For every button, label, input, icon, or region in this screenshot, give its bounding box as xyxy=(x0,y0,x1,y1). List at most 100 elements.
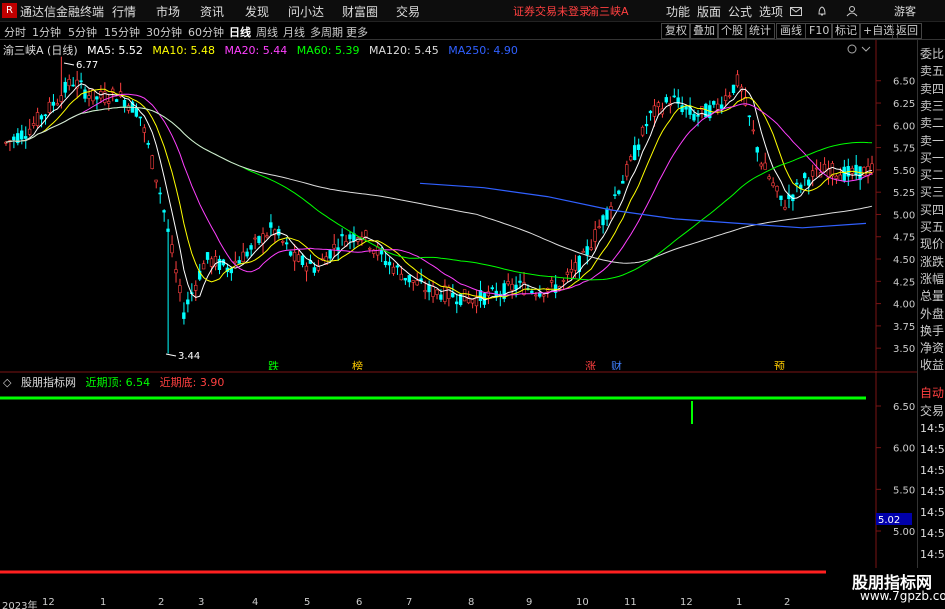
candle-body xyxy=(589,247,593,250)
candle-body xyxy=(399,273,404,281)
candle-body xyxy=(107,101,111,104)
period-1min[interactable]: 1分钟 xyxy=(32,24,61,40)
auto-label[interactable]: 自动 xyxy=(920,385,944,401)
menu-market[interactable]: 市场 xyxy=(156,3,180,20)
candle-body xyxy=(431,286,435,297)
candle-body xyxy=(723,95,728,101)
candle-body xyxy=(842,166,846,181)
candle-body xyxy=(304,265,309,272)
quote-label: 外盘 xyxy=(920,306,945,321)
mark-button[interactable]: 标记 xyxy=(831,23,861,39)
candle-body xyxy=(265,235,269,238)
period-30min[interactable]: 30分钟 xyxy=(146,24,182,40)
candle-body xyxy=(209,258,214,267)
candle-body xyxy=(613,194,617,196)
period-multi[interactable]: 多周期 xyxy=(310,24,343,40)
sub-y-tick-label: 5.50 xyxy=(893,485,915,496)
event-marker-finance[interactable]: 财 xyxy=(611,359,622,370)
quote-label: 卖四 xyxy=(920,81,945,96)
menu-ask[interactable]: 问小达 xyxy=(288,3,324,20)
indicator-chart[interactable]: 5.00 5.50 6.00 6.50 5.02 xyxy=(0,371,917,597)
trade-label[interactable]: 交易 xyxy=(920,403,944,419)
quote-label: 卖一 xyxy=(920,133,945,148)
candle-body xyxy=(336,247,340,251)
kline-chart[interactable]: 3.50 3.75 4.00 4.25 4.50 4.75 5.00 5.25 5.50 5.75… xyxy=(0,40,917,370)
settings-icon[interactable] xyxy=(847,44,857,54)
quote-label: 涨幅 xyxy=(920,271,945,286)
menu-news[interactable]: 资讯 xyxy=(200,3,224,20)
y-tick-label: 5.75 xyxy=(893,144,915,155)
stats-button[interactable]: 统计 xyxy=(745,23,775,39)
event-marker-rank[interactable]: 榜 xyxy=(352,359,363,370)
candle-body xyxy=(601,215,605,226)
adjust-button[interactable]: 复权 xyxy=(661,23,691,39)
user-icon[interactable] xyxy=(846,5,858,17)
broker-notice[interactable]: 证券交易未登录 xyxy=(513,3,590,19)
candle-body xyxy=(150,155,154,169)
f10-button[interactable]: F10 xyxy=(805,23,834,39)
event-marker-forecast[interactable]: 预 xyxy=(774,360,785,370)
candle-body xyxy=(518,280,522,283)
ma20-line xyxy=(5,93,873,296)
mail-icon[interactable] xyxy=(790,5,802,17)
period-weekly[interactable]: 周线 xyxy=(256,24,278,40)
candle-body xyxy=(850,168,854,174)
candle-body xyxy=(292,251,297,262)
draw-button[interactable]: 画线 xyxy=(776,23,806,39)
tick-time: 14:56 xyxy=(920,548,945,561)
overlay-button[interactable]: 叠加 xyxy=(689,23,719,39)
candle-body xyxy=(771,182,775,187)
period-daily[interactable]: 日线 xyxy=(229,24,251,40)
candle-body xyxy=(194,285,198,291)
menu-options[interactable]: 选项 xyxy=(759,3,783,20)
candle-body xyxy=(296,254,301,262)
period-intraday[interactable]: 分时 xyxy=(4,24,26,40)
ma10-label: MA10: 5.48 xyxy=(152,44,216,57)
quote-side-panel: 委比 卖五 卖四 卖三 卖二 卖一 买一 买二 买三 买四 买五 现价 涨跌 涨幅 总量 外盘 换手 净资 收益 自… xyxy=(917,40,945,609)
ma120-label: MA120: 5.45 xyxy=(368,44,439,57)
menu-trade[interactable]: 交易 xyxy=(396,3,420,20)
stock-button[interactable]: 个股 xyxy=(717,23,747,39)
candle-body xyxy=(506,281,510,285)
menu-discover[interactable]: 发现 xyxy=(245,3,269,20)
candle-body xyxy=(755,147,759,153)
menu-wealth[interactable]: 财富圈 xyxy=(342,3,378,20)
period-more[interactable]: 更多 xyxy=(346,24,368,40)
menu-quotes[interactable]: 行情 xyxy=(112,3,136,20)
low-pointer xyxy=(165,353,177,357)
period-15min[interactable]: 15分钟 xyxy=(104,24,140,40)
menu-function[interactable]: 功能 xyxy=(666,3,690,20)
candle-body xyxy=(340,234,344,237)
candle-body xyxy=(178,285,182,294)
back-button[interactable]: 返回 xyxy=(892,23,922,39)
app-logo-icon: R xyxy=(2,3,17,18)
chevron-down-icon[interactable] xyxy=(861,46,871,52)
event-marker-rise[interactable]: 涨 xyxy=(585,360,596,370)
y-tick-label: 5.25 xyxy=(893,188,915,199)
menu-formula[interactable]: 公式 xyxy=(728,3,752,20)
y-tick-label: 6.00 xyxy=(893,121,915,132)
low-price-label: 3.44 xyxy=(178,351,200,362)
period-5min[interactable]: 5分钟 xyxy=(68,24,97,40)
candle-body xyxy=(122,100,127,108)
event-marker-fall[interactable]: 跌 xyxy=(268,359,279,370)
candle-body xyxy=(447,286,451,299)
chart-settings-icons[interactable] xyxy=(847,43,873,55)
candle-body xyxy=(609,206,613,210)
user-name[interactable]: 游客 xyxy=(894,3,916,19)
candle-body xyxy=(138,116,143,119)
candle-body xyxy=(174,269,178,274)
x-tick-label: 2 xyxy=(784,597,791,608)
menu-layout[interactable]: 版面 xyxy=(697,3,721,20)
bell-icon[interactable] xyxy=(816,5,828,17)
tick-time: 14:56 xyxy=(920,464,945,477)
quote-label: 总量 xyxy=(920,289,945,304)
candle-body xyxy=(23,136,28,139)
candle-body xyxy=(368,247,372,250)
candle-body xyxy=(565,271,570,275)
period-60min[interactable]: 60分钟 xyxy=(188,24,224,40)
period-monthly[interactable]: 月线 xyxy=(283,24,305,40)
candle-body xyxy=(747,115,752,118)
candle-body xyxy=(656,102,661,108)
candle-body xyxy=(162,210,166,213)
